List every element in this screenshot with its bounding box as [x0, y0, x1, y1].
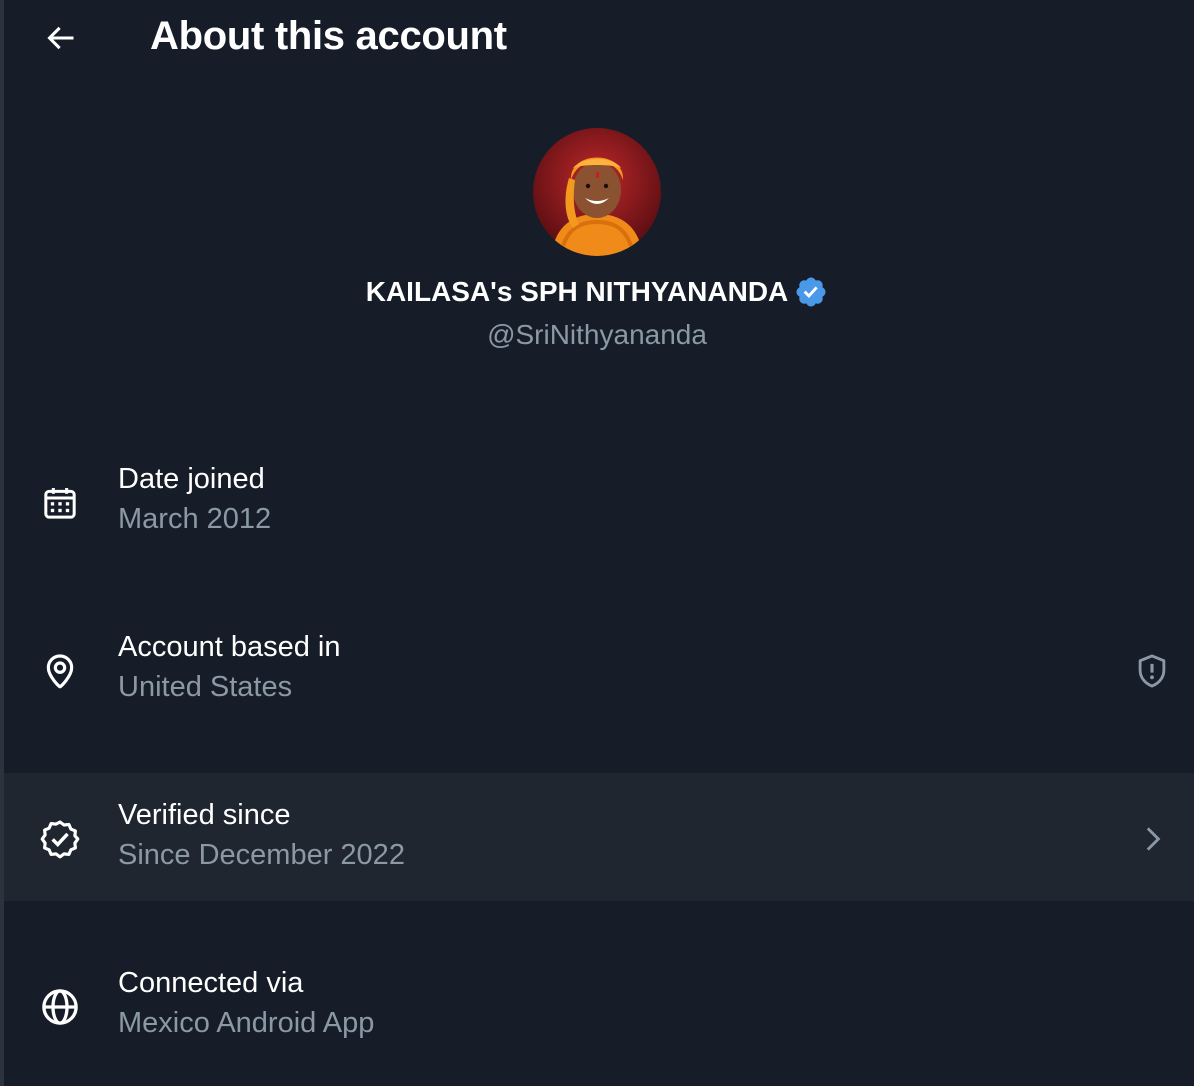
row-value: March 2012: [118, 503, 272, 535]
name-row: KAILASA's SPH NITHYANANDA: [0, 275, 1194, 309]
row-title: Date joined: [118, 463, 265, 495]
location-pin-icon: [36, 647, 84, 695]
connected-via-row: Connected via Mexico Android App: [4, 941, 1194, 1069]
row-value: United States: [118, 671, 293, 703]
avatar[interactable]: [533, 128, 661, 256]
profile-section: KAILASA's SPH NITHYANANDA @SriNithyanand…: [0, 128, 1194, 350]
row-title: Connected via: [118, 967, 304, 999]
page-title: About this account: [150, 14, 507, 58]
shield-alert-icon[interactable]: [1130, 649, 1174, 693]
back-arrow-icon: [47, 26, 74, 50]
row-title: Account based in: [118, 631, 341, 663]
verified-badge-icon: [794, 275, 828, 309]
calendar-icon: [36, 479, 84, 527]
account-based-in-row: Account based in United States: [4, 605, 1194, 733]
chevron-right-icon: [1130, 817, 1174, 861]
display-name: KAILASA's SPH NITHYANANDA: [365, 276, 789, 307]
verified-check-icon: [36, 815, 84, 863]
row-value: Since December 2022: [118, 839, 405, 871]
date-joined-row: Date joined March 2012: [4, 437, 1194, 565]
row-value: Mexico Android App: [118, 1007, 375, 1039]
header: About this account: [4, 0, 1194, 76]
globe-icon: [36, 983, 84, 1031]
handle: @SriNithyananda: [487, 319, 707, 350]
back-button[interactable]: [38, 16, 82, 60]
verified-since-row[interactable]: Verified since Since December 2022: [4, 773, 1194, 901]
row-title: Verified since: [118, 799, 291, 831]
